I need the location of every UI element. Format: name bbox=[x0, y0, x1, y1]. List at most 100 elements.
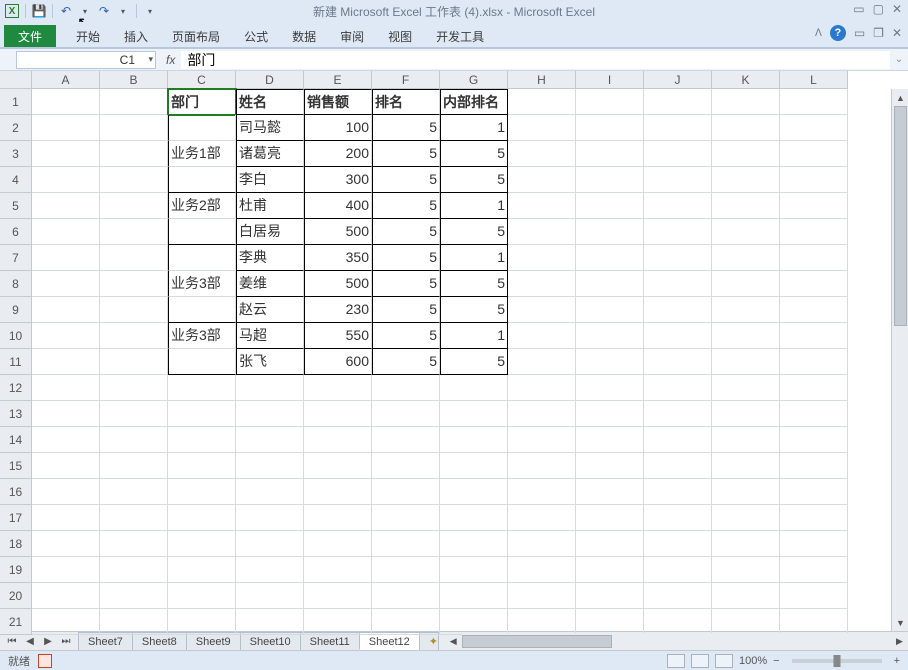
cell-F10[interactable]: 5 bbox=[372, 323, 440, 349]
tab-data[interactable]: 数据 bbox=[280, 25, 328, 47]
undo-more-icon[interactable]: ▾ bbox=[77, 3, 93, 19]
cell-D14[interactable] bbox=[236, 427, 304, 453]
cell-D10[interactable]: 马超 bbox=[236, 323, 304, 349]
cell-H20[interactable] bbox=[508, 583, 576, 609]
cell-C4[interactable] bbox=[168, 167, 236, 193]
cell-C21[interactable] bbox=[168, 609, 236, 635]
zoom-slider[interactable] bbox=[792, 659, 882, 663]
cell-J16[interactable] bbox=[644, 479, 712, 505]
cell-B19[interactable] bbox=[100, 557, 168, 583]
cell-D17[interactable] bbox=[236, 505, 304, 531]
cell-E3[interactable]: 200 bbox=[304, 141, 372, 167]
cell-L2[interactable] bbox=[780, 115, 848, 141]
cell-H11[interactable] bbox=[508, 349, 576, 375]
wb-minimize-icon[interactable]: ▭ bbox=[854, 26, 865, 40]
cell-G7[interactable]: 1 bbox=[440, 245, 508, 271]
cell-I7[interactable] bbox=[576, 245, 644, 271]
cell-F3[interactable]: 5 bbox=[372, 141, 440, 167]
cell-F2[interactable]: 5 bbox=[372, 115, 440, 141]
tab-developer[interactable]: 开发工具 bbox=[424, 25, 496, 47]
tab-nav-last-icon[interactable]: ⏭ bbox=[58, 633, 74, 649]
cell-A15[interactable] bbox=[32, 453, 100, 479]
cell-L4[interactable] bbox=[780, 167, 848, 193]
cell-A1[interactable] bbox=[32, 89, 100, 115]
cell-G6[interactable]: 5 bbox=[440, 219, 508, 245]
cell-F7[interactable]: 5 bbox=[372, 245, 440, 271]
cell-E8[interactable]: 500 bbox=[304, 271, 372, 297]
tab-view[interactable]: 视图 bbox=[376, 25, 424, 47]
cell-G20[interactable] bbox=[440, 583, 508, 609]
row-header-2[interactable]: 2 bbox=[0, 115, 32, 141]
view-page-layout-icon[interactable] bbox=[691, 654, 709, 668]
cell-J15[interactable] bbox=[644, 453, 712, 479]
col-header-I[interactable]: I bbox=[576, 71, 644, 89]
scroll-right-icon[interactable]: ▶ bbox=[891, 633, 908, 650]
cell-D2[interactable]: 司马懿 bbox=[236, 115, 304, 141]
cell-E19[interactable] bbox=[304, 557, 372, 583]
cell-E11[interactable]: 600 bbox=[304, 349, 372, 375]
cell-C2[interactable] bbox=[168, 115, 236, 141]
cell-L21[interactable] bbox=[780, 609, 848, 635]
cell-B21[interactable] bbox=[100, 609, 168, 635]
scroll-down-icon[interactable]: ▼ bbox=[892, 614, 908, 631]
cell-H6[interactable] bbox=[508, 219, 576, 245]
cell-J3[interactable] bbox=[644, 141, 712, 167]
row-header-18[interactable]: 18 bbox=[0, 531, 32, 557]
cell-E21[interactable] bbox=[304, 609, 372, 635]
cell-B15[interactable] bbox=[100, 453, 168, 479]
cell-I20[interactable] bbox=[576, 583, 644, 609]
row-header-1[interactable]: 1 bbox=[0, 89, 32, 115]
cell-D21[interactable] bbox=[236, 609, 304, 635]
tab-nav-prev-icon[interactable]: ◀ bbox=[22, 633, 38, 649]
cell-E10[interactable]: 550 bbox=[304, 323, 372, 349]
cell-K14[interactable] bbox=[712, 427, 780, 453]
cell-G5[interactable]: 1 bbox=[440, 193, 508, 219]
expand-formula-icon[interactable]: ⌄ bbox=[890, 54, 908, 65]
col-header-H[interactable]: H bbox=[508, 71, 576, 89]
cell-H5[interactable] bbox=[508, 193, 576, 219]
cell-C14[interactable] bbox=[168, 427, 236, 453]
cell-I21[interactable] bbox=[576, 609, 644, 635]
view-page-break-icon[interactable] bbox=[715, 654, 733, 668]
cell-C3[interactable]: 业务1部 bbox=[168, 141, 236, 167]
cell-L3[interactable] bbox=[780, 141, 848, 167]
maximize-icon[interactable]: ▢ bbox=[873, 2, 884, 16]
cell-J8[interactable] bbox=[644, 271, 712, 297]
cell-G18[interactable] bbox=[440, 531, 508, 557]
tab-nav-next-icon[interactable]: ▶ bbox=[40, 633, 56, 649]
cell-A10[interactable] bbox=[32, 323, 100, 349]
cell-A2[interactable] bbox=[32, 115, 100, 141]
cell-C15[interactable] bbox=[168, 453, 236, 479]
cell-A8[interactable] bbox=[32, 271, 100, 297]
cell-A12[interactable] bbox=[32, 375, 100, 401]
cell-I19[interactable] bbox=[576, 557, 644, 583]
cell-H10[interactable] bbox=[508, 323, 576, 349]
cell-H15[interactable] bbox=[508, 453, 576, 479]
cell-E1[interactable]: 销售额 bbox=[304, 89, 372, 115]
cell-J5[interactable] bbox=[644, 193, 712, 219]
wb-restore-icon[interactable]: ❐ bbox=[873, 26, 884, 40]
cell-J20[interactable] bbox=[644, 583, 712, 609]
col-header-L[interactable]: L bbox=[780, 71, 848, 89]
cell-I18[interactable] bbox=[576, 531, 644, 557]
tab-page-layout[interactable]: 页面布局 bbox=[160, 25, 232, 47]
cell-I17[interactable] bbox=[576, 505, 644, 531]
cell-B13[interactable] bbox=[100, 401, 168, 427]
cell-K18[interactable] bbox=[712, 531, 780, 557]
cell-A13[interactable] bbox=[32, 401, 100, 427]
cell-F13[interactable] bbox=[372, 401, 440, 427]
cell-D18[interactable] bbox=[236, 531, 304, 557]
cell-D16[interactable] bbox=[236, 479, 304, 505]
cell-L9[interactable] bbox=[780, 297, 848, 323]
cell-C5[interactable]: 业务2部 bbox=[168, 193, 236, 219]
cell-J18[interactable] bbox=[644, 531, 712, 557]
cell-G14[interactable] bbox=[440, 427, 508, 453]
cell-G12[interactable] bbox=[440, 375, 508, 401]
formula-input[interactable] bbox=[181, 51, 890, 69]
zoom-out-icon[interactable]: − bbox=[773, 655, 779, 667]
cell-B20[interactable] bbox=[100, 583, 168, 609]
cell-D1[interactable]: 姓名 bbox=[236, 89, 304, 115]
cell-H16[interactable] bbox=[508, 479, 576, 505]
cell-I6[interactable] bbox=[576, 219, 644, 245]
zoom-in-icon[interactable]: + bbox=[894, 655, 900, 667]
